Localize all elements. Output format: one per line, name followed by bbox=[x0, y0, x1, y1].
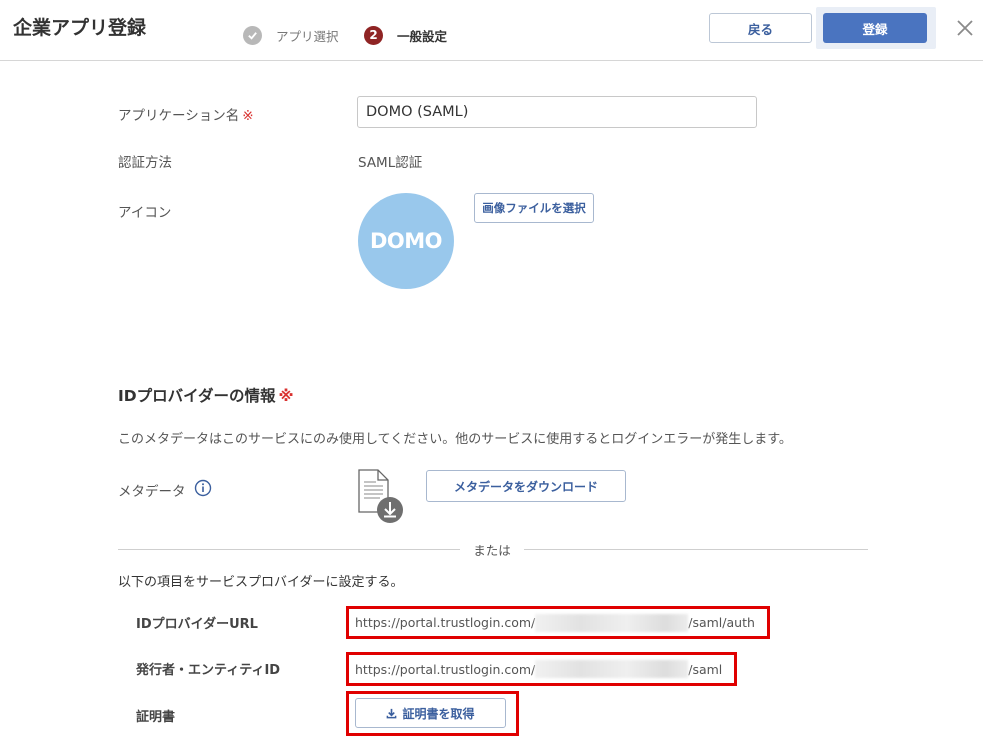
header-bar: 企業アプリ登録 アプリ選択 2 一般設定 戻る 登録 bbox=[0, 0, 983, 61]
step-general-settings: 2 一般設定 bbox=[364, 24, 447, 46]
get-certificate-label: 証明書を取得 bbox=[402, 706, 475, 721]
idp-url-label: IDプロバイダーURL bbox=[136, 617, 258, 632]
get-certificate-button[interactable]: 証明書を取得 bbox=[355, 698, 506, 728]
issuer-suffix: /saml bbox=[688, 661, 723, 677]
step-number-badge: 2 bbox=[364, 25, 383, 45]
idp-url-field[interactable]: https://portal.trustlogin.com/ /saml/aut… bbox=[346, 606, 770, 639]
issuer-prefix: https://portal.trustlogin.com/ bbox=[355, 661, 536, 677]
select-image-button[interactable]: 画像ファイルを選択 bbox=[474, 193, 594, 223]
domo-logo: DOMO bbox=[358, 193, 454, 289]
check-circle-icon bbox=[243, 25, 262, 45]
auth-method-value: SAML認証 bbox=[358, 155, 423, 171]
auth-method-label: 認証方法 bbox=[118, 155, 172, 171]
step-label: アプリ選択 bbox=[276, 28, 339, 44]
back-button[interactable]: 戻る bbox=[709, 13, 812, 43]
or-separator-text: または bbox=[460, 540, 524, 559]
page-title: 企業アプリ登録 bbox=[13, 17, 147, 39]
certificate-label: 証明書 bbox=[136, 710, 176, 725]
sp-settings-description: 以下の項目をサービスプロバイダーに設定する。 bbox=[118, 575, 404, 590]
close-icon[interactable] bbox=[954, 17, 976, 39]
app-name-input[interactable] bbox=[357, 96, 757, 128]
issuer-field[interactable]: https://portal.trustlogin.com/ /saml bbox=[346, 652, 737, 686]
register-button[interactable]: 登録 bbox=[823, 13, 927, 43]
app-name-label: アプリケーション名 ※ bbox=[118, 108, 254, 124]
metadata-label: メタデータ bbox=[118, 484, 186, 500]
download-metadata-button[interactable]: メタデータをダウンロード bbox=[426, 470, 626, 502]
redacted-tenant-id bbox=[535, 613, 689, 632]
redacted-tenant-id bbox=[535, 660, 689, 678]
icon-label: アイコン bbox=[118, 205, 172, 221]
idp-url-suffix: /saml/auth bbox=[688, 615, 755, 630]
idp-description: このメタデータはこのサービスにのみ使用してください。他のサービスに使用するとログ… bbox=[118, 432, 792, 447]
issuer-label: 発行者・エンティティID bbox=[136, 663, 281, 678]
download-icon bbox=[387, 708, 397, 718]
info-icon[interactable] bbox=[194, 479, 212, 497]
step-label: 一般設定 bbox=[397, 28, 448, 44]
required-mark: ※ bbox=[242, 108, 254, 124]
idp-section-title: IDプロバイダーの情報 ※ bbox=[118, 387, 294, 405]
metadata-file-icon bbox=[358, 469, 403, 523]
idp-url-prefix: https://portal.trustlogin.com/ bbox=[355, 615, 536, 630]
required-mark: ※ bbox=[278, 387, 294, 405]
step-app-select: アプリ選択 bbox=[243, 24, 339, 46]
